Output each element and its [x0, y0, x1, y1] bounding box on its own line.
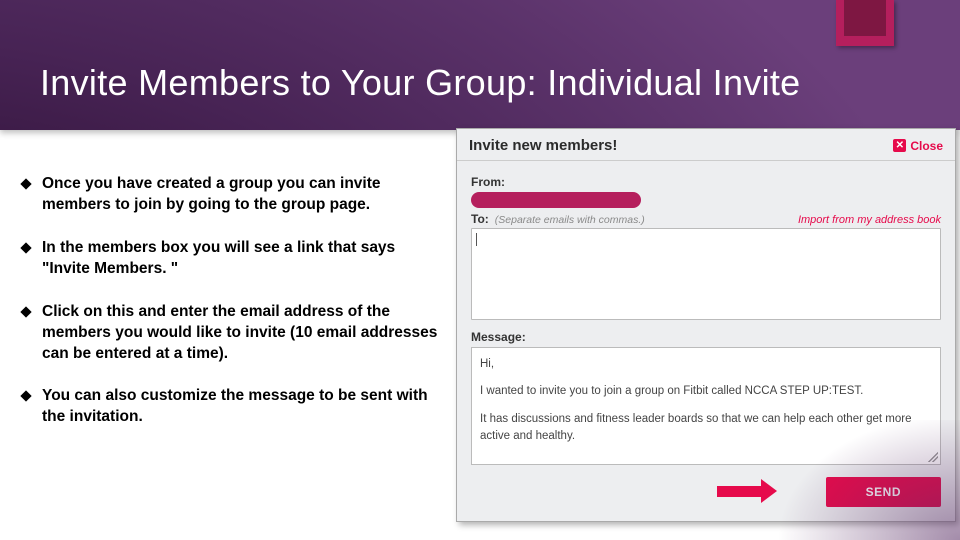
to-row: To: (Separate emails with commas.) Impor…	[471, 212, 941, 226]
send-button[interactable]: SEND	[826, 477, 941, 507]
decor-tab-outer	[836, 0, 894, 46]
message-line: Hi,	[480, 356, 932, 373]
bullet-text: Once you have created a group you can in…	[42, 175, 381, 213]
decor-tab-inner	[844, 0, 886, 36]
to-hint: (Separate emails with commas.)	[495, 214, 645, 226]
bullet-item: Once you have created a group you can in…	[42, 174, 442, 216]
bullet-text: You can also customize the message to be…	[42, 387, 428, 425]
from-label: From:	[471, 175, 941, 189]
modal-title: Invite new members!	[469, 137, 617, 154]
bullet-item: You can also customize the message to be…	[42, 386, 442, 428]
text-cursor-icon	[476, 233, 477, 246]
slide-title: Invite Members to Your Group: Individual…	[40, 62, 801, 104]
arrow-head	[761, 479, 777, 503]
modal-body: From: To: (Separate emails with commas.)…	[457, 161, 955, 467]
modal-header: Invite new members! ✕ Close	[457, 129, 955, 161]
message-line: I wanted to invite you to join a group o…	[480, 383, 932, 400]
arrow-shaft	[717, 486, 761, 497]
message-line: It has discussions and fitness leader bo…	[480, 411, 932, 446]
to-label: To:	[471, 212, 489, 226]
message-input[interactable]: Hi, I wanted to invite you to join a gro…	[471, 347, 941, 465]
diamond-icon	[20, 306, 31, 317]
bullet-list: Once you have created a group you can in…	[42, 174, 442, 450]
modal-screenshot: Invite new members! ✕ Close From: To: (S…	[452, 128, 960, 540]
to-email-input[interactable]	[471, 228, 941, 320]
message-label: Message:	[471, 330, 941, 344]
slide: Invite Members to Your Group: Individual…	[0, 0, 960, 540]
from-value-redacted	[471, 192, 641, 208]
import-address-book-link[interactable]: Import from my address book	[798, 214, 941, 226]
arrow-icon	[717, 479, 777, 503]
close-label: Close	[910, 139, 943, 153]
diamond-icon	[20, 178, 31, 189]
bullet-item: In the members box you will see a link t…	[42, 238, 442, 280]
bullet-item: Click on this and enter the email addres…	[42, 302, 442, 365]
invite-modal: Invite new members! ✕ Close From: To: (S…	[456, 128, 956, 522]
close-icon: ✕	[893, 139, 906, 152]
modal-footer: SEND	[457, 467, 955, 521]
diamond-icon	[20, 391, 31, 402]
resize-grip-icon[interactable]	[928, 452, 938, 462]
diamond-icon	[20, 242, 31, 253]
close-button[interactable]: ✕ Close	[893, 139, 943, 153]
bullet-text: In the members box you will see a link t…	[42, 239, 395, 277]
bullet-text: Click on this and enter the email addres…	[42, 303, 437, 362]
